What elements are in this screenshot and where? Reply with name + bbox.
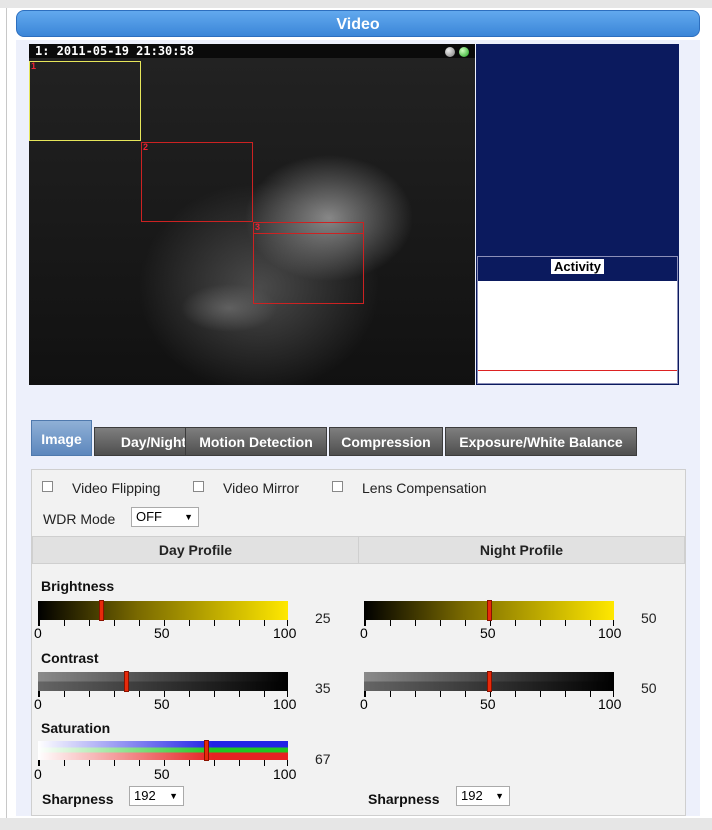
day-brightness-scale-mid: 50 (154, 625, 170, 641)
night-brightness-scale-mid: 50 (480, 625, 496, 641)
night-brightness-scale-min: 0 (360, 625, 368, 641)
day-contrast-handle[interactable] (123, 671, 129, 692)
night-contrast-scale-mid: 50 (480, 696, 496, 712)
tab-exposure-white-balance[interactable]: Exposure/White Balance (445, 427, 637, 456)
day-sharpness-label: Sharpness (42, 791, 114, 807)
night-brightness-handle[interactable] (487, 600, 492, 621)
day-saturation-scale-min: 0 (34, 766, 42, 782)
chevron-down-icon: ▼ (184, 512, 193, 522)
wdr-mode-label: WDR Mode (43, 511, 116, 527)
motion-zone-1[interactable]: 1 (29, 61, 141, 141)
day-saturation-label: Saturation (41, 720, 111, 736)
day-contrast-track[interactable] (38, 672, 288, 691)
window-bottom-strip (0, 818, 712, 830)
page-title: Video (16, 10, 700, 37)
video-flipping-label: Video Flipping (72, 480, 161, 496)
day-brightness-scale-max: 100 (273, 625, 297, 641)
night-brightness-scale-max: 100 (598, 625, 622, 641)
motion-zone-3[interactable]: 3 (253, 222, 364, 304)
zone-label: 2 (143, 142, 149, 152)
day-saturation-track[interactable] (38, 741, 288, 760)
green-status-icon (459, 47, 469, 57)
motion-zone-2[interactable]: 2 (141, 142, 253, 222)
zone-label: 1 (31, 61, 37, 71)
day-brightness-value: 25 (315, 610, 331, 626)
chevron-down-icon: ▼ (495, 791, 504, 801)
wdr-mode-select[interactable]: OFF ▼ (131, 507, 199, 527)
tab-compression[interactable]: Compression (329, 427, 443, 456)
day-brightness-label: Brightness (41, 578, 115, 594)
day-contrast-label: Contrast (41, 650, 99, 666)
window-top-strip (0, 0, 712, 8)
day-contrast-scale-max: 100 (273, 696, 297, 712)
day-brightness-track[interactable] (38, 601, 288, 620)
gray-status-icon (445, 47, 455, 57)
camera-timestamp: 1: 2011-05-19 21:30:58 (29, 44, 475, 58)
zone-3-top-line (253, 233, 364, 234)
day-brightness-scale-min: 0 (34, 625, 42, 641)
day-saturation-scale-max: 100 (273, 766, 297, 782)
day-sharpness-select[interactable]: 192 ▼ (129, 786, 184, 806)
night-sharpness-select[interactable]: 192 ▼ (456, 786, 510, 806)
chevron-down-icon: ▼ (169, 791, 178, 801)
tab-motion-detection[interactable]: Motion Detection (185, 427, 327, 456)
night-contrast-scale-min: 0 (360, 696, 368, 712)
video-mirror-checkbox[interactable] (193, 481, 204, 492)
lens-compensation-label: Lens Compensation (362, 480, 487, 496)
lens-compensation-checkbox[interactable] (332, 481, 343, 492)
night-profile-header: Night Profile (358, 536, 685, 564)
day-saturation-scale-mid: 50 (154, 766, 170, 782)
night-sharpness-label: Sharpness (368, 791, 440, 807)
activity-title: Activity (551, 259, 604, 274)
zone-label: 3 (255, 222, 261, 232)
night-sharpness-value: 192 (461, 788, 483, 803)
video-mirror-label: Video Mirror (223, 480, 299, 496)
day-contrast-value: 35 (315, 680, 331, 696)
activity-panel: Activity (477, 256, 678, 384)
day-saturation-value: 67 (315, 751, 331, 767)
day-sharpness-value: 192 (134, 788, 156, 803)
video-flipping-checkbox[interactable] (42, 481, 53, 492)
day-profile-header: Day Profile (32, 536, 359, 564)
day-contrast-scale-mid: 50 (154, 696, 170, 712)
day-brightness-handle[interactable] (98, 600, 104, 621)
night-contrast-scale-max: 100 (598, 696, 622, 712)
tab-image[interactable]: Image (31, 420, 92, 456)
day-contrast-scale-min: 0 (34, 696, 42, 712)
night-contrast-handle[interactable] (487, 671, 492, 692)
night-brightness-value: 50 (641, 610, 657, 626)
wdr-mode-value: OFF (136, 509, 162, 524)
window-left-border (6, 8, 7, 830)
camera-viewer[interactable]: 1: 2011-05-19 21:30:58 1 2 3 (29, 44, 475, 385)
activity-graph-line (478, 370, 677, 371)
night-contrast-value: 50 (641, 680, 657, 696)
day-saturation-handle[interactable] (203, 740, 209, 761)
